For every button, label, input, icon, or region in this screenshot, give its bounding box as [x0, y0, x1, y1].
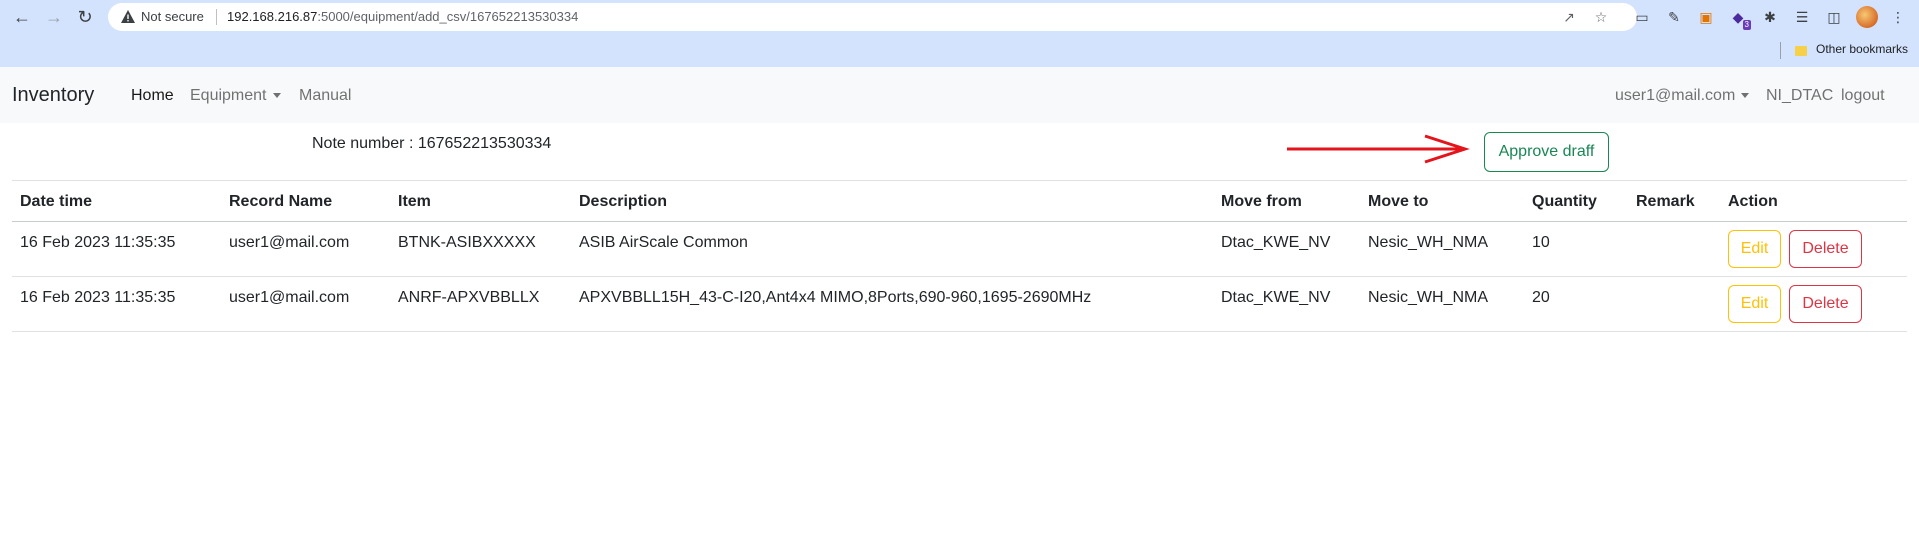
- url-text[interactable]: 192.168.216.87:5000/equipment/add_csv/16…: [227, 9, 578, 24]
- cell-move-to: Nesic_WH_NMA: [1368, 234, 1489, 251]
- profile-avatar[interactable]: [1856, 6, 1878, 28]
- bookmark-star-icon[interactable]: ☆: [1592, 8, 1610, 26]
- cell-move-to: Nesic_WH_NMA: [1368, 289, 1489, 306]
- red-arrow-annotation: [1287, 134, 1470, 164]
- row-divider: [12, 276, 1907, 277]
- nav-equipment-label: Equipment: [190, 87, 267, 104]
- bookmarks-divider: [1780, 42, 1781, 59]
- cell-datetime: 16 Feb 2023 11:35:35: [20, 234, 176, 251]
- nav-org[interactable]: NI_DTAC: [1766, 87, 1833, 105]
- col-header-move-from: Move from: [1221, 193, 1302, 210]
- bookmarks-bar: Other bookmarks: [0, 34, 1919, 67]
- cell-item: ANRF-APXVBBLLX: [398, 289, 540, 306]
- note-extension-icon[interactable]: ▣: [1696, 7, 1716, 27]
- note-number: Note number : 167652213530334: [312, 135, 552, 152]
- nav-home[interactable]: Home: [131, 87, 174, 105]
- col-header-action: Action: [1728, 193, 1778, 210]
- cell-datetime: 16 Feb 2023 11:35:35: [20, 289, 176, 306]
- brand-logo[interactable]: Inventory: [12, 84, 94, 107]
- cell-description: ASIB AirScale Common: [579, 234, 748, 251]
- cast-icon[interactable]: ▭: [1632, 7, 1652, 27]
- col-header-item: Item: [398, 193, 431, 210]
- col-header-datetime: Date time: [20, 193, 93, 210]
- delete-button[interactable]: Delete: [1789, 285, 1862, 323]
- media-queue-icon[interactable]: ☰: [1792, 7, 1812, 27]
- edit-button[interactable]: Edit: [1728, 230, 1781, 268]
- cell-quantity: 20: [1532, 289, 1550, 306]
- row-divider: [12, 331, 1907, 332]
- col-header-quantity: Quantity: [1532, 193, 1597, 210]
- nav-equipment-dropdown[interactable]: Equipment: [190, 87, 281, 105]
- extension-badge: 3: [1742, 20, 1751, 30]
- table-header-border: [12, 221, 1907, 222]
- delete-button[interactable]: Delete: [1789, 230, 1862, 268]
- share-icon[interactable]: ↗: [1560, 8, 1578, 26]
- cell-move-from: Dtac_KWE_NV: [1221, 289, 1331, 306]
- extensions-puzzle-icon[interactable]: ✱: [1760, 7, 1780, 27]
- side-panel-icon[interactable]: ◫: [1824, 7, 1844, 27]
- cell-record: user1@mail.com: [229, 289, 350, 306]
- extension-badge-icon[interactable]: ◆ 3: [1728, 7, 1751, 30]
- security-label[interactable]: Not secure: [141, 9, 204, 24]
- menu-kebab-icon[interactable]: ⋮: [1888, 7, 1908, 27]
- cell-item: BTNK-ASIBXXXXX: [398, 234, 536, 251]
- forward-icon[interactable]: →: [41, 4, 67, 30]
- nav-user-dropdown[interactable]: user1@mail.com: [1615, 87, 1750, 105]
- browser-toolbar: ← → ↻ Not secure 192.168.216.87:5000/equ…: [0, 0, 1919, 34]
- edit-button[interactable]: Edit: [1728, 285, 1781, 323]
- url-path: :5000/equipment/add_csv/167652213530334: [317, 9, 579, 24]
- chevron-down-icon: [1741, 93, 1750, 99]
- app-navbar: Inventory Home Equipment Manual user1@ma…: [0, 67, 1919, 123]
- table-top-border: [12, 180, 1907, 181]
- reload-icon[interactable]: ↻: [72, 4, 98, 30]
- col-header-move-to: Move to: [1368, 193, 1429, 210]
- col-header-record: Record Name: [229, 193, 333, 210]
- folder-icon: [1795, 46, 1807, 56]
- cell-description: APXVBBLL15H_43-C-I20,Ant4x4 MIMO,8Ports,…: [579, 289, 1092, 306]
- col-header-description: Description: [579, 193, 668, 210]
- other-bookmarks[interactable]: Other bookmarks: [1816, 42, 1908, 56]
- cell-record: user1@mail.com: [229, 234, 350, 251]
- back-icon[interactable]: ←: [9, 4, 35, 30]
- nav-user-label: user1@mail.com: [1615, 87, 1736, 104]
- nav-manual[interactable]: Manual: [299, 87, 351, 105]
- url-host: 192.168.216.87: [227, 9, 318, 24]
- col-header-remark: Remark: [1636, 193, 1695, 210]
- eyedropper-icon[interactable]: ✎: [1664, 7, 1684, 27]
- address-bar[interactable]: Not secure 192.168.216.87:5000/equipment…: [108, 3, 1637, 31]
- warning-icon: [121, 10, 135, 23]
- nav-logout[interactable]: logout: [1841, 87, 1885, 105]
- cell-move-from: Dtac_KWE_NV: [1221, 234, 1331, 251]
- omnibox-divider: [216, 9, 217, 25]
- cell-quantity: 10: [1532, 234, 1550, 251]
- approve-draft-button[interactable]: Approve draff: [1484, 132, 1609, 172]
- chevron-down-icon: [272, 93, 281, 99]
